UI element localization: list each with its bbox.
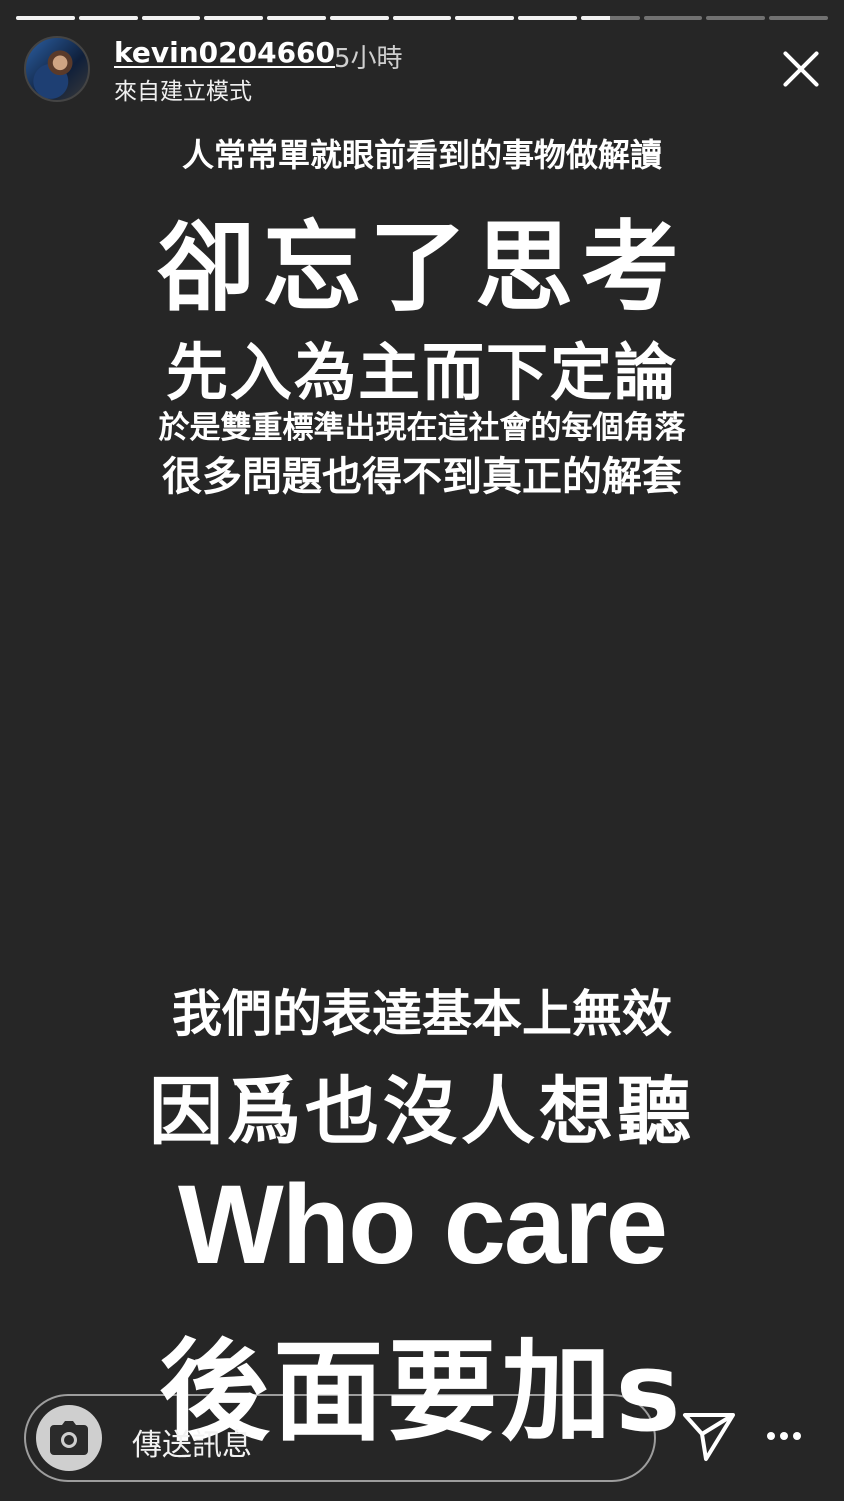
progress-segment [329, 16, 389, 20]
close-icon[interactable] [780, 48, 822, 90]
progress-segment-fill [455, 16, 515, 20]
story-text-line: 先入為主而下定論 [165, 336, 678, 409]
progress-segment [455, 16, 515, 20]
progress-segment [769, 16, 828, 20]
progress-segment [706, 16, 766, 20]
message-input[interactable]: 傳送訊息 [132, 1420, 252, 1464]
progress-segment [518, 16, 577, 20]
progress-segment [267, 16, 326, 20]
message-composer[interactable]: 傳送訊息 [24, 1394, 656, 1482]
progress-segment-fill [267, 16, 326, 20]
progress-segment [78, 16, 138, 20]
story-text-line: 因爲也沒人想聽 [149, 1069, 695, 1155]
progress-segment [141, 16, 201, 20]
progress-segment [392, 16, 452, 20]
progress-segment-fill [78, 16, 138, 20]
story-header: kevin0204660 5小時 來自建立模式 [24, 36, 820, 106]
story-text-line: 很多問題也得不到真正的解套 [162, 454, 682, 500]
progress-segment-fill [392, 16, 452, 20]
send-icon[interactable] [682, 1412, 736, 1462]
progress-segment [643, 16, 703, 20]
progress-segment-fill [141, 16, 201, 20]
progress-segment [16, 16, 75, 20]
progress-segment-fill [204, 16, 264, 20]
progress-segment-fill [329, 16, 389, 20]
camera-button[interactable] [36, 1405, 102, 1471]
story-text-line: Who care [177, 1162, 668, 1287]
camera-icon [50, 1421, 88, 1455]
post-time: 5小時 [334, 44, 403, 74]
progress-segment [204, 16, 264, 20]
progress-segment [580, 16, 640, 20]
story-source-label: 來自建立模式 [114, 79, 252, 105]
username-link[interactable]: kevin0204660 [114, 36, 335, 69]
progress-segment-fill [518, 16, 577, 20]
progress-segment-fill [16, 16, 75, 20]
story-progress-bar [16, 16, 828, 20]
story-text-line: 我們的表達基本上無效 [172, 985, 672, 1043]
story-text-line: 於是雙重標準出現在這社會的每個角落 [158, 410, 686, 446]
progress-segment-fill [580, 16, 611, 20]
story-text-line: 人常常單就眼前看到的事物做解讀 [181, 136, 662, 174]
more-icon[interactable] [766, 1430, 802, 1442]
avatar[interactable] [24, 36, 90, 102]
story-text-line: 卻忘了思考 [156, 211, 687, 325]
